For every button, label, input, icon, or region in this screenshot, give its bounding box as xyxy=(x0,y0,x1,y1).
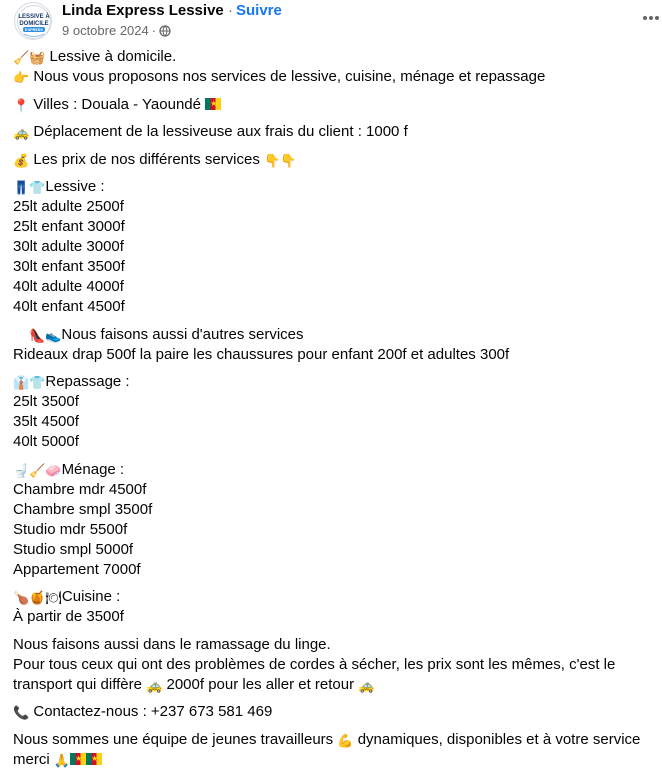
list-item: 25lt 3500f xyxy=(13,393,79,410)
follow-button[interactable]: Suivre xyxy=(236,1,282,20)
list-item: Appartement 7000f xyxy=(13,560,141,578)
post-text: 🧹🧺 Lessive à domicile. 👉 Nous vous propo… xyxy=(13,47,658,777)
intro-line-1: Lessive à domicile. xyxy=(45,48,177,65)
page-avatar[interactable]: LESSIVE À DOMICILE EXPRESS xyxy=(14,2,52,40)
shirt-emoji-icon: 👔👕 xyxy=(13,376,46,391)
team-line-1a: Nous sommes une équipe de jeunes travail… xyxy=(13,730,338,748)
post-meta: 9 octobre 2024 · xyxy=(62,22,171,41)
travel-text: Déplacement de la lessiveuse aux frais d… xyxy=(29,123,408,140)
cameroon-flag-icon xyxy=(70,751,87,767)
list-item: 25lt adulte 2500f xyxy=(13,198,124,215)
list-item: Studio smpl 5000f xyxy=(13,540,134,558)
list-item: Chambre mdr 4500f xyxy=(13,480,147,498)
pointing-hand-emoji-icon: 👉 xyxy=(13,71,30,86)
pickup-line-3b: 2000f pour les aller et retour xyxy=(162,675,359,693)
contact-paragraph: 📞 Contactez-nous : +237 673 581 469 xyxy=(13,702,658,722)
pickup-line-1: Nous faisons aussi dans le ramassage du … xyxy=(13,635,331,653)
list-item: Chambre smpl 3500f xyxy=(13,500,153,518)
team-paragraph: Nous sommes une équipe de jeunes travail… xyxy=(13,730,658,770)
pin-emoji-icon: 📍 xyxy=(13,98,30,114)
other-services-prices: Rideaux drap 500f la paire les chaussure… xyxy=(13,345,510,363)
prices-intro-paragraph: 💰 Les prix de nos différents services 👇👇 xyxy=(13,150,658,170)
list-item: 40lt 5000f xyxy=(13,433,79,450)
pickup-line-2: Pour tous ceux qui ont des problèmes de … xyxy=(13,655,616,673)
money-bag-emoji-icon: 💰 xyxy=(13,153,30,169)
contact-text: Contactez-nous : +237 673 581 469 xyxy=(29,703,273,720)
broom-basket-emoji-icon: 🧹🧺 xyxy=(13,51,46,66)
list-item: À partir de 3500f xyxy=(13,608,124,625)
post-date-link[interactable]: 9 octobre 2024 xyxy=(62,23,149,38)
team-line-1b: dynamiques, disponibles et à votre servi… xyxy=(353,730,641,748)
meta-separator: · xyxy=(151,23,157,38)
muscle-emoji-icon: 💪 xyxy=(337,733,354,749)
list-item: 40lt enfant 4500f xyxy=(13,298,125,315)
housekeeping-section: 🚽🧹🧼Ménage : Chambre mdr 4500f Chambre sm… xyxy=(13,460,658,580)
cameroon-flag-icon xyxy=(205,96,222,112)
cameroon-flag-icon xyxy=(86,751,103,767)
list-item: 35lt 4500f xyxy=(13,413,79,430)
avatar-logo: LESSIVE À DOMICILE EXPRESS xyxy=(16,4,51,39)
housekeeping-heading: Ménage : xyxy=(61,460,125,478)
intro-paragraph: 🧹🧺 Lessive à domicile. 👉 Nous vous propo… xyxy=(13,47,658,87)
taxi-emoji-icon: 🚕 xyxy=(358,678,375,694)
ironing-section: 👔👕Repassage : 25lt 3500f 35lt 4500f 40lt… xyxy=(13,372,658,452)
pointing-down-emoji-icon: 👇👇 xyxy=(264,153,297,169)
svg-text:EXPRESS: EXPRESS xyxy=(25,28,43,32)
team-line-2: merci xyxy=(13,750,54,768)
other-services-section: 👠👟Nous faisons aussi d'autres services R… xyxy=(13,325,658,365)
taxi-emoji-icon: 🚕 xyxy=(146,678,163,694)
cooking-heading: Cuisine : xyxy=(61,588,121,605)
taxi-emoji-icon: 🚕 xyxy=(13,126,30,141)
laundry-heading: Lessive : xyxy=(45,178,105,195)
list-item: 30lt enfant 3500f xyxy=(13,258,125,275)
page-name-link[interactable]: Linda Express Lessive xyxy=(62,1,224,20)
praying-hands-emoji-icon: 🙏 xyxy=(53,753,71,769)
public-globe-icon[interactable] xyxy=(159,24,171,41)
list-item: Studio mdr 5500f xyxy=(13,520,128,538)
cities-text: Villes : Douala - Yaoundé xyxy=(29,95,206,113)
header-separator: · xyxy=(228,2,233,19)
ironing-heading: Repassage : xyxy=(45,373,130,390)
clothes-emoji-icon: 👖👕 xyxy=(13,181,46,196)
more-options-icon[interactable] xyxy=(640,10,662,26)
prices-intro-text: Les prix de nos différents services xyxy=(29,150,265,168)
travel-paragraph: 🚕 Déplacement de la lessiveuse aux frais… xyxy=(13,122,658,142)
cooking-section: 🍗🍯🍽Cuisine : À partir de 3500f xyxy=(13,587,658,627)
shoes-emoji-icon: 👠👟 xyxy=(29,328,62,344)
cities-paragraph: 📍 Villes : Douala - Yaoundé xyxy=(13,95,658,115)
cleaning-emoji-icon: 🚽🧹🧼 xyxy=(13,463,62,479)
intro-line-2: Nous vous proposons nos services de less… xyxy=(29,68,546,85)
food-emoji-icon: 🍗🍯🍽 xyxy=(13,591,62,606)
list-item: 30lt adulte 3000f xyxy=(13,238,124,255)
svg-text:DOMICILE: DOMICILE xyxy=(19,21,48,27)
other-services-heading: Nous faisons aussi d'autres services xyxy=(61,325,304,343)
list-item: 40lt adulte 4000f xyxy=(13,278,124,295)
pickup-line-3a: transport qui diffère xyxy=(13,675,147,693)
phone-emoji-icon: 📞 xyxy=(13,706,30,721)
post-header: LESSIVE À DOMICILE EXPRESS Linda Express… xyxy=(0,0,662,40)
list-item: 25lt enfant 3000f xyxy=(13,218,125,235)
svg-text:LESSIVE À: LESSIVE À xyxy=(18,13,50,20)
pickup-paragraph: Nous faisons aussi dans le ramassage du … xyxy=(13,635,658,695)
laundry-section: 👖👕Lessive : 25lt adulte 2500f 25lt enfan… xyxy=(13,177,658,317)
